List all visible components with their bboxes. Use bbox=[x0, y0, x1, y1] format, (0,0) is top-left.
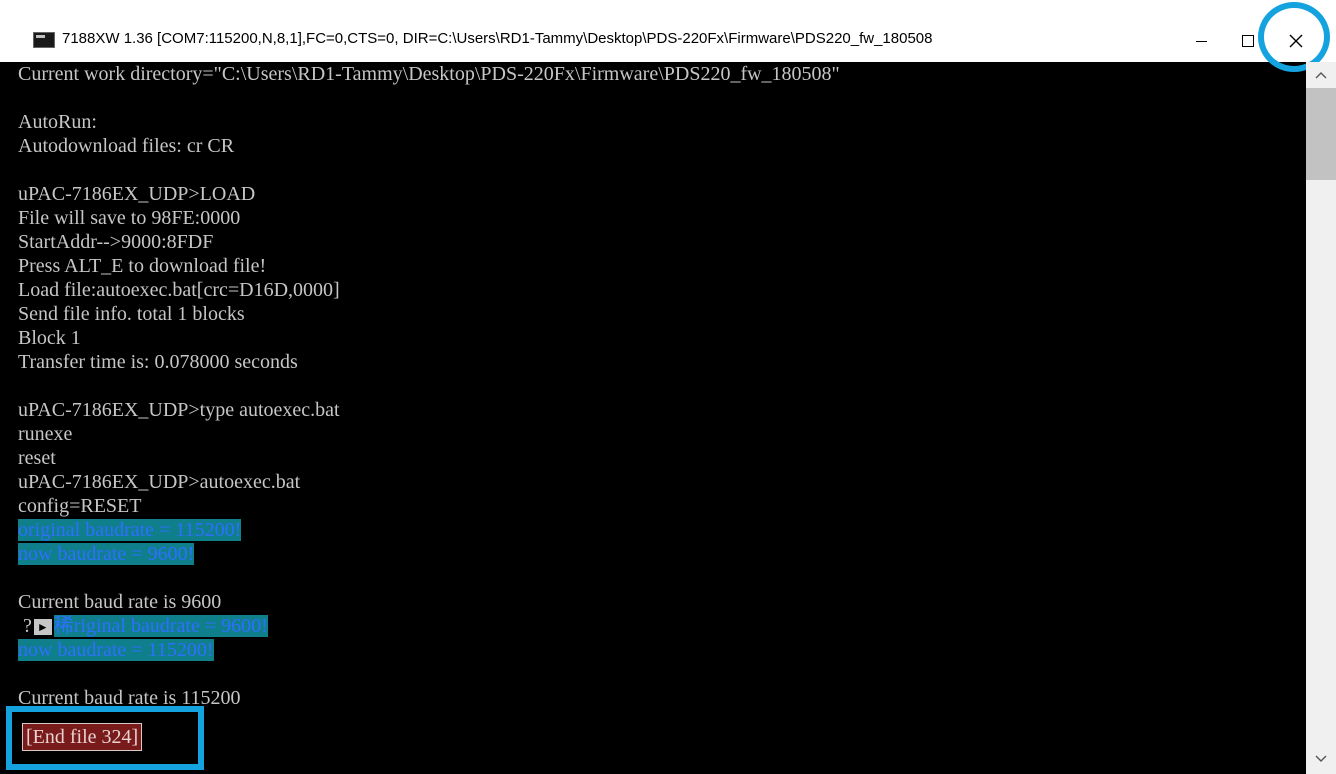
title-bar[interactable]: 7188XW 1.36 [COM7:115200,N,8,1],FC=0,CTS… bbox=[0, 0, 1336, 62]
console-line: reset bbox=[18, 447, 56, 469]
highlighted-text: original baudrate = 115200! bbox=[18, 519, 242, 541]
console-line: Current baud rate is 115200 bbox=[18, 687, 241, 709]
scrollbar-thumb[interactable] bbox=[1306, 88, 1336, 180]
console-window: 7188XW 1.36 [COM7:115200,N,8,1],FC=0,CTS… bbox=[0, 0, 1336, 774]
console-line: Load file:autoexec.bat[crc=D16D,0000] bbox=[18, 279, 340, 301]
console-line: Send file info. total 1 blocks bbox=[18, 303, 245, 325]
console-line: now baudrate = 115200! bbox=[18, 638, 1306, 662]
console-line: AutoRun: bbox=[18, 111, 97, 133]
console-line: ? ► 稀riginal baudrate = 9600! bbox=[18, 614, 1306, 638]
end-file-highlight-box: [End file 324] bbox=[6, 706, 204, 770]
console-line: original baudrate = 115200! bbox=[18, 518, 1306, 542]
highlighted-text: 稀riginal baudrate = 9600! bbox=[53, 615, 268, 637]
highlighted-text: now baudrate = 115200! bbox=[18, 639, 214, 661]
console-line: Transfer time is: 0.078000 seconds bbox=[18, 351, 298, 373]
console-line: Current baud rate is 9600 bbox=[18, 591, 222, 613]
garbled-mark: ► bbox=[33, 619, 52, 636]
console-line: config=RESET bbox=[18, 495, 142, 517]
garbled-prefix: ? bbox=[18, 615, 32, 637]
console-line: uPAC-7186EX_UDP>LOAD bbox=[18, 183, 256, 205]
console-line: uPAC-7186EX_UDP>type autoexec.bat bbox=[18, 399, 340, 421]
window-title: 7188XW 1.36 [COM7:115200,N,8,1],FC=0,CTS… bbox=[62, 30, 933, 47]
minimize-button[interactable] bbox=[1180, 22, 1226, 60]
vertical-scrollbar[interactable] bbox=[1306, 62, 1336, 774]
console-output[interactable]: Current work directory="C:\Users\RD1-Tam… bbox=[18, 62, 1306, 774]
console-app-icon[interactable] bbox=[33, 32, 55, 48]
console-line: runexe bbox=[18, 423, 73, 445]
end-file-text: [End file 324] bbox=[22, 723, 143, 751]
console-line: Autodownload files: cr CR bbox=[18, 135, 235, 157]
scroll-up-icon[interactable] bbox=[1315, 70, 1327, 82]
console-line: File will save to 98FE:0000 bbox=[18, 207, 241, 229]
console-line: Press ALT_E to download file! bbox=[18, 255, 267, 277]
console-line: Current work directory="C:\Users\RD1-Tam… bbox=[18, 63, 840, 85]
console-line: StartAddr-->9000:8FDF bbox=[18, 231, 214, 253]
console-line: now baudrate = 9600! bbox=[18, 542, 1306, 566]
console-line: uPAC-7186EX_UDP>autoexec.bat bbox=[18, 471, 301, 493]
scroll-down-icon[interactable] bbox=[1315, 752, 1327, 764]
highlighted-text: now baudrate = 9600! bbox=[18, 543, 195, 565]
console-line: Block 1 bbox=[18, 327, 81, 349]
console-lines: Current work directory="C:\Users\RD1-Tam… bbox=[18, 62, 1306, 518]
